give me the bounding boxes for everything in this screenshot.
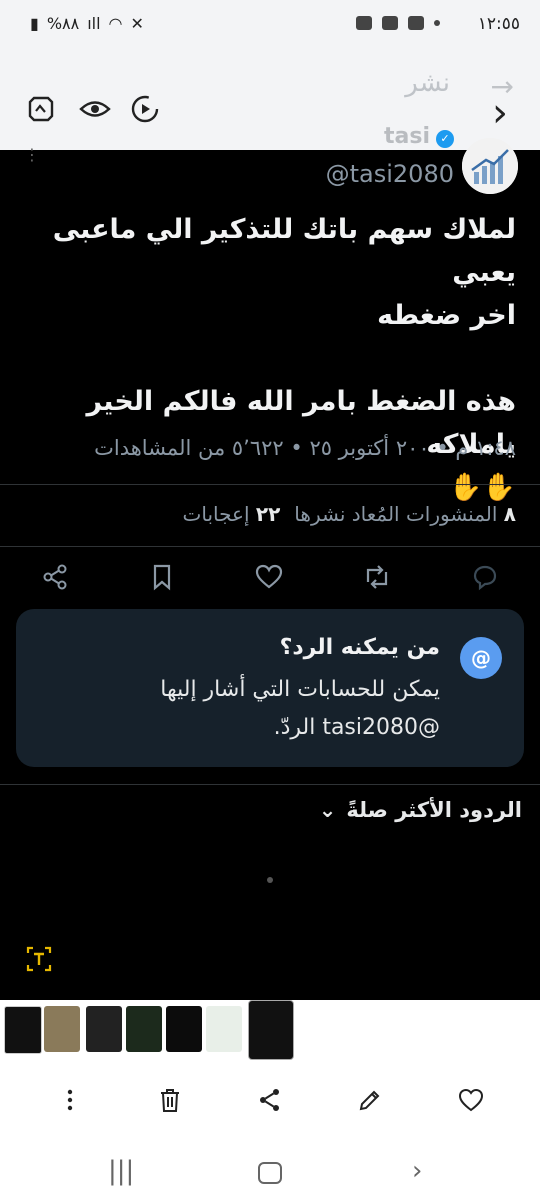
share-button[interactable]	[40, 562, 70, 592]
tweet-meta: ١:٤٨ م • ٢٠٠ أكتوبر ٢٥ • ٥٬٦٢٢ من المشاه…	[94, 436, 516, 460]
thumbnail[interactable]	[86, 1006, 122, 1052]
text-extract-icon[interactable]	[26, 946, 52, 972]
divider	[0, 484, 540, 485]
notification-dot-icon	[434, 20, 440, 26]
chevron-down-icon: ⌄	[318, 798, 337, 822]
tweet-text: لملاك سهم باتك للتذكير الي ماعبى يعبي اخ…	[52, 214, 516, 503]
like-icon	[255, 564, 283, 589]
more-icon[interactable]	[56, 1086, 84, 1114]
divider	[0, 546, 540, 547]
status-system-icons: ▮ %٨٨ ıll ◠ ✕	[30, 14, 144, 33]
post-button-label[interactable]: نشر	[405, 68, 450, 98]
reply-button[interactable]	[470, 562, 500, 592]
home-icon[interactable]	[258, 1162, 282, 1184]
share-icon[interactable]	[256, 1086, 284, 1114]
card-title: من يمكنه الرد؟	[279, 635, 440, 660]
thumbnail[interactable]	[44, 1006, 80, 1052]
status-time: ١٢:٥٥	[477, 14, 520, 34]
loading-indicator	[267, 877, 273, 883]
mention-icon: @	[460, 637, 502, 679]
heart-icon[interactable]	[457, 1086, 485, 1114]
repost-icon	[366, 565, 388, 589]
youtube-icon	[382, 16, 398, 30]
like-button[interactable]	[254, 562, 284, 592]
play-edit-icon[interactable]	[128, 92, 162, 126]
chart-logo-icon	[462, 138, 518, 194]
tweet-stats: ٨ المنشورات المُعاد نشرها ٢٢ إعجابات	[183, 502, 516, 526]
recent-apps-icon[interactable]: |||	[108, 1156, 134, 1186]
reposts-label: المنشورات المُعاد نشرها	[294, 502, 498, 526]
mute-icon: ✕	[130, 14, 144, 33]
gallery-bottom-bar: ||| ›	[0, 1062, 540, 1200]
avatar[interactable]	[462, 138, 518, 194]
more-icon[interactable]: ⋮	[24, 147, 40, 163]
thumbnail-selected[interactable]	[248, 1000, 294, 1060]
snapchat-icon	[408, 16, 424, 30]
likes-count: ٢٢	[255, 502, 281, 526]
thumbnail[interactable]	[4, 1006, 42, 1054]
replies-sort-label: الردود الأكثر صلةً	[346, 798, 522, 822]
telegram-icon	[356, 16, 372, 30]
bookmark-icon	[153, 564, 171, 591]
toolbar: → نشر ›	[0, 56, 540, 150]
status-bar: ١٢:٥٥ ▮ %٨٨ ıll ◠ ✕	[0, 0, 540, 56]
thumbnail[interactable]	[206, 1006, 242, 1052]
replies-sort-dropdown[interactable]: الردود الأكثر صلةً ⌄	[319, 798, 522, 822]
author-name[interactable]: tasi	[384, 124, 430, 149]
back-icon[interactable]: ›	[412, 1156, 422, 1186]
thumbnail[interactable]	[126, 1006, 162, 1052]
battery-level: %٨٨	[46, 14, 80, 33]
remaster-icon[interactable]	[24, 92, 58, 126]
status-notification-icons	[356, 16, 440, 30]
signal-icon: ıll	[87, 14, 101, 33]
divider	[0, 784, 540, 785]
share-icon	[43, 564, 67, 590]
edit-icon[interactable]	[356, 1086, 384, 1114]
reply-icon	[473, 565, 497, 591]
reply-restriction-card: @ من يمكنه الرد؟ يمكن للحسابات التي أشار…	[16, 609, 524, 767]
reposts-stat[interactable]: ٨ المنشورات المُعاد نشرها	[294, 502, 516, 526]
likes-stat[interactable]: ٢٢ إعجابات	[183, 502, 281, 526]
thumbnail-strip	[0, 1000, 540, 1062]
repost-button[interactable]	[362, 562, 392, 592]
likes-label: إعجابات	[182, 502, 250, 526]
card-body: يمكن للحسابات التي أشار إليها @tasi2080 …	[160, 677, 440, 740]
wifi-icon: ◠	[108, 14, 123, 33]
author-handle[interactable]: @tasi2080	[326, 160, 454, 188]
verified-badge-icon: ✓	[436, 130, 454, 148]
eye-icon[interactable]	[78, 92, 112, 126]
battery-icon: ▮	[30, 14, 39, 33]
chevron-right-icon[interactable]: ›	[492, 90, 508, 136]
bookmark-button[interactable]	[147, 562, 177, 592]
reposts-count: ٨	[503, 502, 516, 526]
thumbnail[interactable]	[166, 1006, 202, 1052]
trash-icon[interactable]	[156, 1086, 184, 1114]
